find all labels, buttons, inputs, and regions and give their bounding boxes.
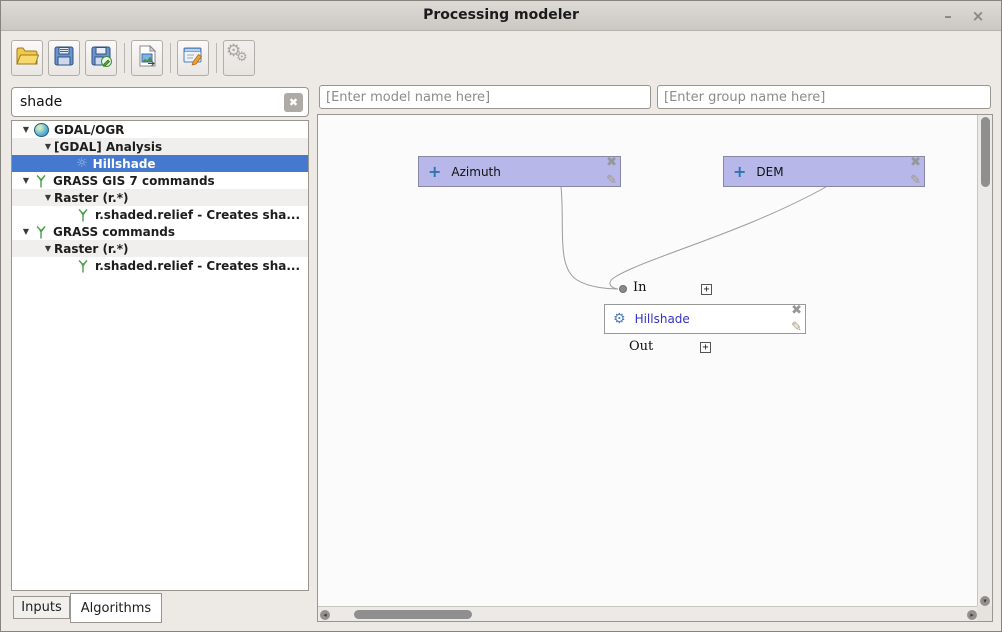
delete-node-icon[interactable]: ✖ [910,155,921,170]
grass-leaf-icon [34,225,48,239]
delete-node-icon[interactable]: ✖ [606,155,617,170]
grass-leaf-icon [34,174,48,188]
scroll-left-arrow[interactable]: ◂ [320,610,330,620]
scroll-down-arrow[interactable]: ▾ [980,596,990,606]
edit-node-icon[interactable]: ✎ [910,173,921,188]
toolbar-separator [124,43,125,73]
horizontal-scrollbar-thumb[interactable] [354,610,472,619]
export-as-image-icon [136,45,158,71]
tree-item-gdal-analysis[interactable]: ▼ [GDAL] Analysis [12,138,308,155]
algorithm-search: ✖ [11,87,309,117]
expand-arrow-icon[interactable]: ▼ [20,227,32,236]
grass-leaf-icon [76,259,90,273]
tree-item-raster-1[interactable]: ▼ Raster (r.*) [12,189,308,206]
vertical-scrollbar[interactable]: ▾ [977,115,992,608]
window-title: Processing modeler [1,7,1001,23]
tree-item-raster-2[interactable]: ▼ Raster (r.*) [12,240,308,257]
titlebar[interactable]: Processing modeler – × [1,1,1001,31]
grass-leaf-icon [76,208,90,222]
algorithm-tree: ▼ GDAL/OGR ▼ [GDAL] Analysis ☼ Hillshade… [11,120,309,591]
tree-item-grass-gis7[interactable]: ▼ GRASS GIS 7 commands [12,172,308,189]
delete-node-icon[interactable]: ✖ [791,303,802,318]
expand-arrow-icon[interactable]: ▼ [42,244,54,253]
tree-item-hillshade[interactable]: ☼ Hillshade [12,155,308,172]
tree-item-grass-commands[interactable]: ▼ GRASS commands [12,223,308,240]
edit-node-icon[interactable]: ✎ [791,320,802,335]
model-node-azimuth[interactable]: + Azimuth ✖ ✎ [418,156,621,187]
expand-arrow-icon[interactable]: ▼ [20,125,32,134]
model-canvas[interactable]: + Azimuth ✖ ✎ + DEM ✖ ✎ In + ⚙ Hillshade… [317,114,993,622]
toolbar-separator [216,43,217,73]
search-input[interactable] [20,91,275,113]
save-model-as-icon [90,45,112,71]
add-input-icon: + [428,162,441,181]
save-model-button[interactable] [48,40,80,76]
minimize-button[interactable]: – [937,5,959,27]
model-name-input[interactable] [319,85,651,109]
save-model-as-button[interactable] [85,40,117,76]
edit-model-help-button[interactable] [177,40,209,76]
add-input-icon: + [733,162,746,181]
gdal-globe-icon [34,123,49,137]
run-model-button[interactable]: ⚙⚙ [223,40,255,76]
expand-arrow-icon[interactable]: ▼ [42,142,54,151]
open-model-button[interactable] [11,40,43,76]
in-port-dot [619,285,627,293]
group-name-input[interactable] [657,85,991,109]
model-node-dem[interactable]: + DEM ✖ ✎ [723,156,925,187]
scroll-right-arrow[interactable]: ▸ [967,610,977,620]
toolbar: ⚙⚙ [11,39,260,77]
clear-search-icon[interactable]: ✖ [284,93,303,112]
export-as-image-button[interactable] [131,40,163,76]
out-port-label: Out [629,339,653,354]
scrollbar-corner [977,606,992,621]
expand-arrow-icon[interactable]: ▼ [42,193,54,202]
tab-inputs[interactable]: Inputs [13,596,70,619]
algorithm-gear-icon: ⚙ [613,311,626,327]
run-model-gears-icon: ⚙⚙ [228,47,250,69]
in-port-label: In [633,280,647,295]
tree-item-rshadedrelief-2[interactable]: r.shaded.relief - Creates sha... [12,257,308,274]
tab-algorithms[interactable]: Algorithms [70,593,162,623]
close-button[interactable]: × [967,5,989,27]
expand-arrow-icon[interactable]: ▼ [20,176,32,185]
out-expander-button[interactable]: + [700,342,711,353]
hillshade-sun-icon: ☼ [76,156,88,171]
toolbar-separator [170,43,171,73]
in-expander-button[interactable]: + [701,284,712,295]
connection-edges [318,115,977,606]
save-model-icon [53,45,75,71]
tree-item-rshadedrelief-1[interactable]: r.shaded.relief - Creates sha... [12,206,308,223]
open-model-folder-icon [15,45,39,71]
processing-modeler-window: Processing modeler – × [0,0,1002,632]
model-node-hillshade[interactable]: ⚙ Hillshade ✖ ✎ [604,304,806,334]
edit-model-help-icon [182,45,204,71]
edit-node-icon[interactable]: ✎ [606,173,617,188]
vertical-scrollbar-thumb[interactable] [981,117,990,187]
tree-item-gdal-ogr[interactable]: ▼ GDAL/OGR [12,121,308,138]
horizontal-scrollbar[interactable]: ◂ ▸ [318,606,979,621]
